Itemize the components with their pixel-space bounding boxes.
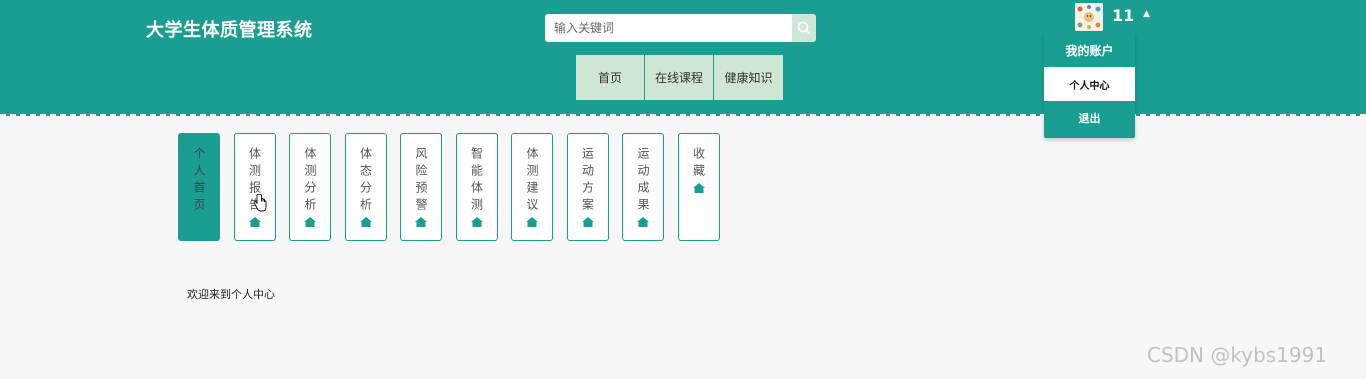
header: 大学生体质管理系统 首页 在线课程 健康知识 11 ▲ xyxy=(0,0,1366,116)
dropdown-item-logout[interactable]: 退出 xyxy=(1044,101,1135,135)
caret-up-icon[interactable]: ▲ xyxy=(1143,9,1150,19)
welcome-message: 欢迎来到个人中心 xyxy=(187,288,275,301)
search-box xyxy=(545,14,816,42)
account-dropdown: 我的账户 个人中心 退出 xyxy=(1044,33,1135,138)
menu-item-exercise-plan[interactable]: 运动方案 xyxy=(566,133,609,241)
menu-item-label: 体态分析 xyxy=(358,147,373,215)
dropdown-item-personal-center[interactable]: 个人中心 xyxy=(1044,67,1135,101)
home-icon xyxy=(415,217,427,227)
site-title[interactable]: 大学生体质管理系统 xyxy=(146,16,313,42)
menu-item-label: 体测分析 xyxy=(303,147,317,215)
search-button[interactable] xyxy=(792,14,816,42)
menu-item-test-report[interactable]: 体测报告 xyxy=(233,133,276,241)
side-menu: 个人首页 体测报告 体测分析 体态分析 风险预警 智能体测 体测建议 运动方案 … xyxy=(178,133,733,241)
menu-item-label: 风险预警 xyxy=(414,147,428,215)
menu-item-exercise-results[interactable]: 运动成果 xyxy=(622,133,664,241)
search-icon xyxy=(797,21,811,35)
watermark: CSDN @kybs1991 xyxy=(1147,343,1328,367)
menu-item-risk-warning[interactable]: 风险预警 xyxy=(400,133,442,241)
home-icon xyxy=(692,183,705,193)
menu-item-label: 运动成果 xyxy=(636,147,650,215)
menu-item-label: 收藏 xyxy=(691,147,706,181)
menu-item-personal-home[interactable]: 个人首页 xyxy=(178,133,220,241)
menu-item-favorites[interactable]: 收藏 xyxy=(677,133,720,241)
menu-item-label: 体测建议 xyxy=(525,147,539,215)
home-icon xyxy=(470,217,483,227)
nav-online-courses[interactable]: 在线课程 xyxy=(645,55,714,100)
search-input[interactable] xyxy=(545,14,792,42)
menu-item-label: 智能体测 xyxy=(469,147,484,215)
menu-item-test-advice[interactable]: 体测建议 xyxy=(511,133,553,241)
home-icon xyxy=(304,217,316,227)
menu-item-posture-analysis[interactable]: 体态分析 xyxy=(344,133,387,241)
home-icon xyxy=(248,217,261,227)
nav-health-knowledge[interactable]: 健康知识 xyxy=(714,55,783,100)
username[interactable]: 11 xyxy=(1112,6,1134,25)
main-nav: 首页 在线课程 健康知识 xyxy=(576,55,783,100)
avatar-image xyxy=(1075,3,1103,31)
home-icon xyxy=(359,217,372,227)
home-icon xyxy=(581,217,594,227)
menu-item-label: 个人首页 xyxy=(192,147,206,215)
nav-home[interactable]: 首页 xyxy=(576,55,645,100)
menu-item-label: 运动方案 xyxy=(580,147,595,215)
menu-item-smart-test[interactable]: 智能体测 xyxy=(455,133,498,241)
hand-cursor-icon xyxy=(253,194,267,212)
home-icon xyxy=(637,217,649,227)
dropdown-title: 我的账户 xyxy=(1065,43,1114,58)
home-icon xyxy=(526,217,538,227)
menu-item-test-analysis[interactable]: 体测分析 xyxy=(289,133,331,241)
avatar[interactable] xyxy=(1075,3,1103,31)
